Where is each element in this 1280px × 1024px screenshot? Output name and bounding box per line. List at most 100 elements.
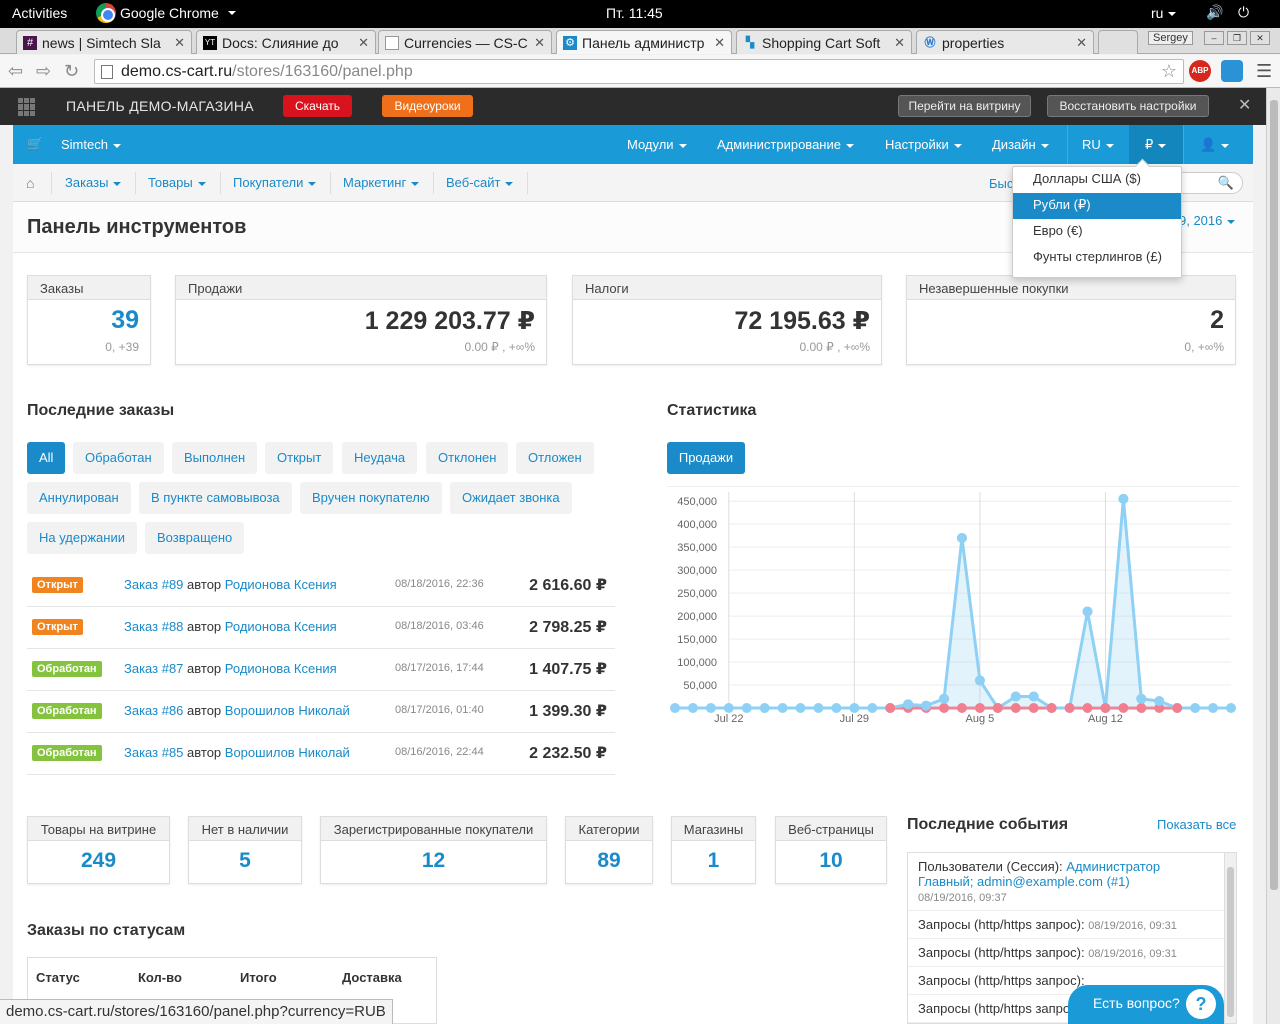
tab-shopping-cart[interactable]: ▚ Shopping Cart Soft ✕ xyxy=(736,30,912,54)
home-icon[interactable]: ⌂ xyxy=(26,175,34,191)
restore-settings-button[interactable]: Восстановить настройки xyxy=(1047,95,1209,117)
forward-icon[interactable]: ⇨ xyxy=(36,61,51,82)
filter-complete[interactable]: Выполнен xyxy=(172,442,258,474)
menu-design[interactable]: Дизайн xyxy=(992,137,1049,152)
app-menu[interactable]: Google Chrome xyxy=(96,3,236,23)
order-link[interactable]: Заказ #86 xyxy=(124,703,183,718)
stat-pages[interactable]: Веб-страницы 10 xyxy=(775,816,887,884)
order-link[interactable]: Заказ #89 xyxy=(124,577,183,592)
currency-option-eur[interactable]: Евро (€) xyxy=(1013,219,1181,245)
language-selector[interactable]: RU xyxy=(1082,137,1114,152)
kpi-taxes[interactable]: Налоги 72 195.63 ₽ 0.00 ₽ , +∞% xyxy=(572,275,882,365)
adblock-icon[interactable]: ABP xyxy=(1189,60,1211,82)
user-menu[interactable]: 👤 xyxy=(1200,137,1230,153)
filter-open[interactable]: Открыт xyxy=(265,442,334,474)
quick-menu-link[interactable]: Быс xyxy=(989,176,1013,191)
menu-marketing[interactable]: Маркетинг xyxy=(343,175,420,190)
stat-registered-customers[interactable]: Зарегистрированные покупатели 12 xyxy=(320,816,547,884)
order-link[interactable]: Заказ #87 xyxy=(124,661,183,676)
filter-declined[interactable]: Отклонен xyxy=(426,442,509,474)
kpi-orders[interactable]: Заказы 39 0, +39 xyxy=(27,275,151,365)
profile-button[interactable]: Sergey xyxy=(1148,31,1193,45)
close-icon[interactable]: ✕ xyxy=(1238,95,1251,115)
currency-option-rub[interactable]: Рубли (₽) xyxy=(1013,193,1181,219)
filter-canceled[interactable]: Аннулирован xyxy=(27,482,131,514)
filter-backordered[interactable]: Отложен xyxy=(516,442,594,474)
app-grid-icon[interactable] xyxy=(18,98,36,116)
order-row[interactable]: Обработан Заказ #87 автор Родионова Ксен… xyxy=(27,649,615,691)
stat-categories[interactable]: Категории 89 xyxy=(565,816,653,884)
sales-chart[interactable]: 450,000 400,000 350,000 300,000 250,000 200,0… xyxy=(667,486,1239,726)
filter-returned[interactable]: Возвращено xyxy=(145,522,245,554)
tab-currencies[interactable]: Currencies — CS-C ✕ xyxy=(378,30,552,54)
filter-on-hold[interactable]: На удержании xyxy=(27,522,137,554)
back-icon[interactable]: ⇦ xyxy=(8,61,23,82)
filter-failed[interactable]: Неудача xyxy=(342,442,418,474)
close-icon[interactable]: ✕ xyxy=(714,35,725,51)
tab-docs[interactable]: YT Docs: Слияние до ✕ xyxy=(196,30,376,54)
customer-link[interactable]: Ворошилов Николай xyxy=(225,703,350,718)
order-row[interactable]: Обработан Заказ #85 автор Ворошилов Нико… xyxy=(27,733,615,775)
browser-menu-icon[interactable]: ☰ xyxy=(1256,61,1272,82)
close-icon[interactable]: ✕ xyxy=(894,35,905,51)
tab-news[interactable]: # news | Simtech Sla ✕ xyxy=(16,30,192,54)
maximize-icon[interactable]: ❐ xyxy=(1227,31,1247,45)
minimize-icon[interactable]: – xyxy=(1204,31,1224,45)
close-icon[interactable]: ✕ xyxy=(174,35,185,51)
page-scrollbar[interactable] xyxy=(1266,88,1280,1024)
currency-option-usd[interactable]: Доллары США ($) xyxy=(1013,167,1181,193)
cart-icon[interactable]: 🛒 xyxy=(27,136,43,152)
search-input[interactable]: 🔍 xyxy=(1173,172,1243,194)
close-icon[interactable]: ✕ xyxy=(1076,35,1087,51)
filter-pickup[interactable]: В пункте самовывоза xyxy=(139,482,292,514)
filter-all[interactable]: All xyxy=(27,442,66,474)
customer-link[interactable]: Ворошилов Николай xyxy=(225,745,350,760)
order-row[interactable]: Открыт Заказ #88 автор Родионова Ксения … xyxy=(27,607,615,649)
address-input[interactable]: demo.cs-cart.ru/stores/163160/panel.php … xyxy=(94,59,1184,84)
close-window-icon[interactable]: ✕ xyxy=(1250,31,1270,45)
menu-website[interactable]: Веб-сайт xyxy=(446,175,514,190)
menu-settings[interactable]: Настройки xyxy=(885,137,962,152)
scrollbar-thumb[interactable] xyxy=(1227,867,1234,1017)
go-to-storefront-button[interactable]: Перейти на витрину xyxy=(898,95,1031,117)
order-link[interactable]: Заказ #85 xyxy=(124,745,183,760)
menu-administration[interactable]: Администрирование xyxy=(717,137,854,152)
customer-link[interactable]: Родионова Ксения xyxy=(225,619,337,634)
download-button[interactable]: Скачать xyxy=(283,95,352,117)
customer-link[interactable]: Родионова Ксения xyxy=(225,577,337,592)
close-icon[interactable]: ✕ xyxy=(358,35,369,51)
filter-processed[interactable]: Обработан xyxy=(73,442,164,474)
activities-button[interactable]: Activities xyxy=(12,5,67,21)
help-widget[interactable]: Есть вопрос? ? xyxy=(1068,985,1224,1024)
menu-orders[interactable]: Заказы xyxy=(65,175,122,190)
currency-selector[interactable]: ₽ xyxy=(1145,137,1167,153)
filter-delivered[interactable]: Вручен покупателю xyxy=(300,482,442,514)
tab-sales[interactable]: Продажи xyxy=(667,442,745,474)
input-language[interactable]: ru xyxy=(1151,5,1177,21)
power-icon[interactable]: ⏻ xyxy=(1238,4,1249,21)
filter-awaiting-call[interactable]: Ожидает звонка xyxy=(450,482,572,514)
tab-properties[interactable]: Ⓦproperties ✕ xyxy=(916,30,1094,54)
menu-customers[interactable]: Покупатели xyxy=(233,175,317,190)
events-scrollbar[interactable] xyxy=(1224,853,1236,1023)
stat-stores[interactable]: Магазины 1 xyxy=(671,816,756,884)
menu-products[interactable]: Товары xyxy=(148,175,206,190)
scrollbar-thumb[interactable] xyxy=(1270,100,1278,890)
order-link[interactable]: Заказ #88 xyxy=(124,619,183,634)
close-icon[interactable]: ✕ xyxy=(534,35,545,51)
reload-icon[interactable]: ↻ xyxy=(64,61,79,82)
new-tab-button[interactable] xyxy=(1098,30,1138,54)
customer-link[interactable]: Родионова Ксения xyxy=(225,661,337,676)
video-tutorials-button[interactable]: Видеоуроки xyxy=(382,95,473,117)
order-row[interactable]: Обработан Заказ #86 автор Ворошилов Нико… xyxy=(27,691,615,733)
volume-icon[interactable]: 🔊 xyxy=(1206,4,1223,21)
menu-modules[interactable]: Модули xyxy=(627,137,687,152)
order-row[interactable]: Открыт Заказ #89 автор Родионова Ксения … xyxy=(27,565,615,607)
kpi-sales[interactable]: Продажи 1 229 203.77 ₽ 0.00 ₽ , +∞% xyxy=(175,275,547,365)
stat-out-of-stock[interactable]: Нет в наличии 5 xyxy=(188,816,302,884)
kpi-abandoned-carts[interactable]: Незавершенные покупки 2 0, +∞% xyxy=(906,275,1236,365)
store-selector[interactable]: Simtech xyxy=(61,137,121,152)
extension-icon[interactable] xyxy=(1221,60,1243,82)
clock[interactable]: Пт. 11:45 xyxy=(606,5,663,21)
date-range-picker[interactable]: 9, 2016 xyxy=(1179,213,1236,228)
